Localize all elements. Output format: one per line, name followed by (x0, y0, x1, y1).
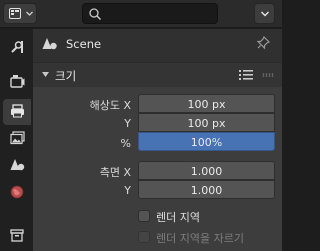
chevron-down-icon (260, 11, 270, 17)
breadcrumb: Scene (33, 29, 282, 59)
cone-sphere-icon (10, 159, 25, 171)
properties-tab-bar (0, 29, 33, 251)
drag-handle-icon[interactable] (262, 73, 276, 77)
dimensions-panel: 크기 해상도 X 100 px Y 100 px % 100% 측면 X 1.0… (33, 62, 282, 251)
aspect-y-field[interactable]: 1.000 (138, 180, 275, 199)
box-icon (10, 229, 24, 242)
tab-render[interactable] (3, 69, 31, 95)
panel-header[interactable]: 크기 (33, 63, 282, 87)
resolution-percent-label: % (120, 137, 131, 150)
editor-type-button[interactable] (3, 3, 37, 24)
tab-collection[interactable] (3, 223, 31, 249)
breadcrumb-scene-label: Scene (66, 37, 102, 51)
aspect-x-label: 측면 X (99, 166, 131, 179)
chevron-down-icon (26, 11, 33, 16)
render-region-label: 렌더 지역 (156, 211, 200, 224)
resolution-percent-slider[interactable]: 100% (138, 132, 275, 151)
search-field[interactable] (82, 3, 218, 24)
resolution-x-label: 해상도 X (89, 99, 131, 112)
image-stack-icon (10, 131, 25, 145)
printer-icon (11, 104, 24, 118)
crop-region-label: 렌더 지역을 자르기 (156, 232, 244, 245)
pin-icon[interactable] (257, 36, 270, 50)
presets-list-icon[interactable] (239, 69, 253, 81)
tab-world[interactable] (3, 180, 31, 206)
camera-back-icon (10, 75, 25, 88)
aspect-x-field[interactable]: 1.000 (138, 161, 275, 180)
tab-tool[interactable] (3, 35, 31, 61)
properties-header (0, 0, 282, 28)
panel-title: 크기 (55, 69, 77, 83)
globe-icon (10, 185, 24, 199)
properties-main: Scene 크기 해상도 X 100 px Y 100 px % 100% 측면… (33, 29, 282, 251)
resolution-x-field[interactable]: 100 px (138, 94, 275, 113)
render-region-checkbox[interactable] (138, 210, 150, 222)
options-dropdown-button[interactable] (254, 3, 275, 24)
chevron-down-icon (42, 72, 49, 77)
scene-icon (42, 38, 57, 50)
aspect-y-label: Y (124, 184, 131, 197)
tab-view-layer[interactable] (3, 126, 31, 152)
search-icon (89, 8, 102, 21)
resolution-y-label: Y (124, 117, 131, 130)
tab-output[interactable] (3, 99, 31, 125)
tab-scene[interactable] (3, 153, 31, 179)
crop-region-checkbox[interactable] (138, 231, 150, 243)
resolution-y-field[interactable]: 100 px (138, 113, 275, 132)
wrench-screwdriver-icon (11, 41, 23, 53)
search-input[interactable] (105, 5, 215, 22)
properties-editor-icon (9, 8, 21, 19)
